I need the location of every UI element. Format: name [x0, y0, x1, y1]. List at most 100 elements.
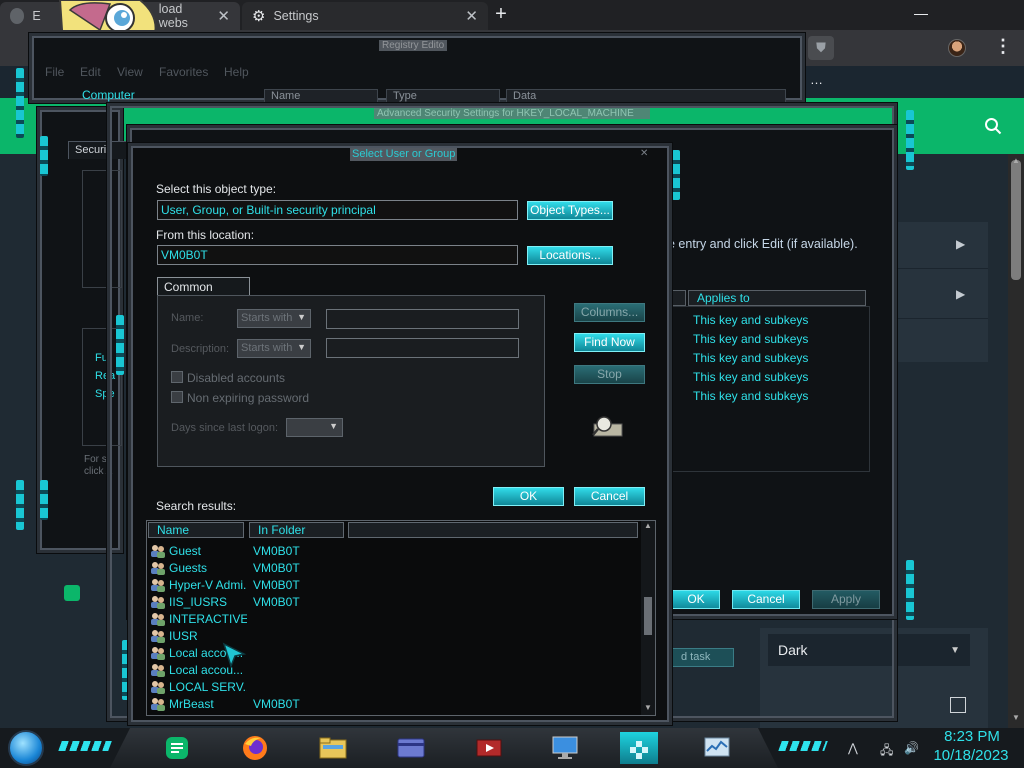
chevron-right-icon[interactable]: ▶	[956, 287, 965, 301]
column-header-name[interactable]: Name	[264, 89, 378, 103]
non-expiring-password-checkbox[interactable]	[171, 391, 183, 403]
new-tab-button[interactable]: +	[490, 4, 512, 26]
advanced-cancel-button[interactable]: Cancel	[732, 590, 800, 609]
close-icon[interactable]: ✕	[640, 148, 648, 159]
tree-root-computer[interactable]: Computer	[82, 88, 135, 102]
table-row[interactable]: Guests VM0B0T	[150, 560, 640, 577]
table-row[interactable]: IIS_IUSRS VM0B0T	[150, 594, 640, 611]
show-hidden-icons[interactable]: ⋀	[848, 741, 858, 755]
table-row[interactable]: INTERACTIVE	[150, 611, 640, 628]
result-name-cell: Hyper-V Admi...	[169, 578, 247, 592]
minimize-window-icon[interactable]	[914, 14, 928, 15]
menu-help[interactable]: Help	[224, 65, 249, 79]
profile-avatar[interactable]	[948, 39, 966, 57]
cancel-button[interactable]: Cancel	[574, 487, 645, 506]
locations-button[interactable]: Locations...	[527, 246, 613, 265]
browser-menu-icon[interactable]: ⋮	[994, 36, 1012, 57]
taskbar-decoration	[110, 728, 778, 768]
object-types-button[interactable]: Object Types...	[527, 201, 613, 220]
name-query-label: Name:	[171, 312, 204, 324]
name-query-input[interactable]	[326, 309, 519, 329]
applies-to-cell[interactable]: This key and subkeys	[693, 332, 808, 346]
table-row[interactable]: MrBeast VM0B0T	[150, 696, 640, 713]
taskbar-app-media[interactable]	[470, 732, 508, 764]
find-now-button[interactable]: Find Now	[574, 333, 645, 352]
search-results-label: Search results:	[156, 499, 237, 513]
taskbar-app-system-monitor[interactable]	[698, 732, 736, 764]
table-row[interactable]: Guest VM0B0T	[150, 543, 640, 560]
user-group-icon	[151, 562, 165, 575]
bookmarks-overflow[interactable]: …	[810, 72, 823, 87]
browser-tab-settings[interactable]: ⚙ Settings ✕	[242, 2, 488, 30]
column-header-in-folder[interactable]: In Folder	[249, 522, 344, 538]
applies-to-cell[interactable]: This key and subkeys	[693, 389, 808, 403]
ok-button[interactable]: OK	[493, 487, 564, 506]
disabled-accounts-checkbox[interactable]	[171, 371, 183, 383]
columns-button[interactable]: Columns...	[574, 303, 645, 322]
results-scrollbar-thumb[interactable]	[644, 597, 652, 635]
registry-editor-icon	[630, 741, 648, 759]
advanced-ok-button[interactable]: OK	[672, 590, 720, 609]
column-header-data[interactable]: Data	[506, 89, 786, 103]
days-since-logon-select[interactable]: ▼	[286, 418, 343, 437]
column-header-type[interactable]: Type	[386, 89, 500, 103]
menu-edit[interactable]: Edit	[80, 65, 101, 79]
taskbar-decoration	[778, 741, 828, 751]
scroll-up-icon[interactable]: ▲	[644, 521, 652, 530]
clock-date[interactable]: 10/18/2023	[928, 747, 1014, 764]
external-link-icon[interactable]	[950, 697, 966, 713]
location-field[interactable]: VM0B0T	[157, 245, 518, 265]
scroll-down-icon[interactable]: ▼	[1012, 713, 1020, 722]
scroll-down-icon[interactable]: ▼	[644, 703, 652, 712]
advanced-apply-button[interactable]: Apply	[812, 590, 880, 609]
search-icon[interactable]	[984, 117, 1002, 135]
volume-icon[interactable]: 🔊	[904, 741, 919, 755]
taskbar-app-remote-desktop[interactable]	[546, 732, 584, 764]
menu-view[interactable]: View	[117, 65, 143, 79]
stop-button[interactable]: Stop	[574, 365, 645, 384]
chat-icon[interactable]	[64, 585, 80, 601]
column-header-empty[interactable]	[348, 522, 638, 538]
user-group-icon	[151, 545, 165, 558]
chevron-down-icon: ▼	[329, 421, 338, 431]
close-tab-icon[interactable]: ✕	[465, 7, 478, 25]
menu-favorites[interactable]: Favorites	[159, 65, 208, 79]
table-row[interactable]: LOCAL SERV...	[150, 679, 640, 696]
user-group-icon	[151, 664, 165, 677]
applies-to-cell[interactable]: This key and subkeys	[693, 351, 808, 365]
start-button[interactable]	[8, 730, 44, 766]
taskbar-app-file-explorer[interactable]	[314, 732, 352, 764]
results-scrollbar[interactable]: ▲ ▼	[641, 521, 655, 715]
table-row[interactable]: Hyper-V Admi... VM0B0T	[150, 577, 640, 594]
add-task-button[interactable]: d task	[672, 648, 734, 667]
extension-shield-icon[interactable]: ⛊	[808, 36, 834, 60]
menu-file[interactable]: File	[45, 65, 64, 79]
taskbar-app-firefox[interactable]	[236, 732, 274, 764]
scroll-up-icon[interactable]: ▲	[1012, 156, 1020, 165]
object-type-field[interactable]: User, Group, or Built-in security princi…	[157, 200, 518, 220]
permissions-footer-text: click A	[84, 466, 113, 477]
column-header-name[interactable]: Name	[148, 522, 244, 538]
taskbar-app-regedit[interactable]	[620, 732, 658, 764]
firefox-icon	[243, 736, 267, 760]
name-starts-with-select[interactable]: Starts with ▼	[237, 309, 311, 328]
taskbar-app-green[interactable]	[158, 732, 196, 764]
frame-decoration	[16, 68, 24, 138]
network-icon[interactable]: 🖧	[880, 741, 893, 762]
column-header[interactable]	[668, 290, 686, 306]
column-header-applies-to[interactable]: Applies to	[688, 290, 866, 306]
frame-decoration	[122, 640, 130, 700]
applies-to-cell[interactable]: This key and subkeys	[693, 313, 808, 327]
taskbar-app-control-panel[interactable]	[392, 732, 430, 764]
page-scrollbar-thumb[interactable]	[1011, 160, 1021, 280]
user-group-icon	[151, 596, 165, 609]
close-tab-icon[interactable]: ✕	[217, 7, 230, 25]
tab-common-queries[interactable]: Common Queries	[157, 277, 250, 308]
instruction-text: e entry and click Edit (if available).	[668, 237, 858, 251]
chevron-right-icon[interactable]: ▶	[956, 237, 965, 251]
chevron-down-icon: ▼	[950, 644, 960, 656]
description-query-input[interactable]	[326, 338, 519, 358]
description-starts-with-select[interactable]: Starts with ▼	[237, 339, 311, 358]
applies-to-cell[interactable]: This key and subkeys	[693, 370, 808, 384]
clock-time[interactable]: 8:23 PM	[934, 728, 1010, 745]
